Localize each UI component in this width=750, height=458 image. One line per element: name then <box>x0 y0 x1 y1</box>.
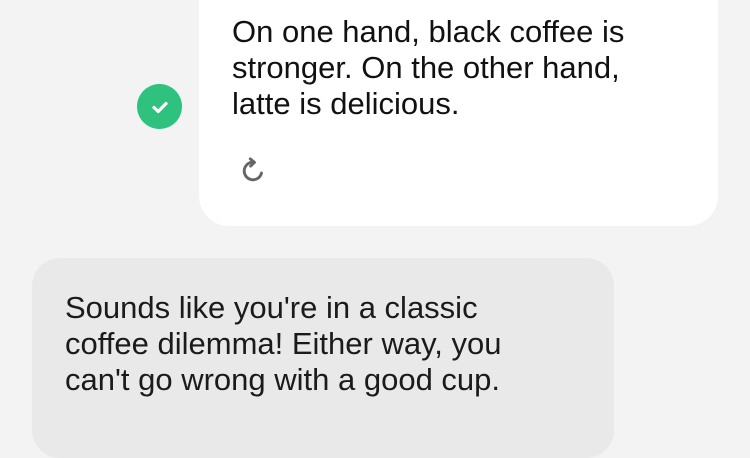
chat-thread: On one hand, black coffee is stronger. O… <box>0 0 750 458</box>
assistant-message-text: Sounds like you're in a classic coffee d… <box>65 290 502 397</box>
regenerate-button[interactable] <box>237 155 269 187</box>
user-message-bubble: On one hand, black coffee is stronger. O… <box>199 0 718 226</box>
assistant-message-bubble: Sounds like you're in a classic coffee d… <box>32 258 614 458</box>
regenerate-icon <box>242 157 263 182</box>
user-message-text: On one hand, black coffee is stronger. O… <box>232 14 625 121</box>
check-circle-icon <box>137 84 182 129</box>
